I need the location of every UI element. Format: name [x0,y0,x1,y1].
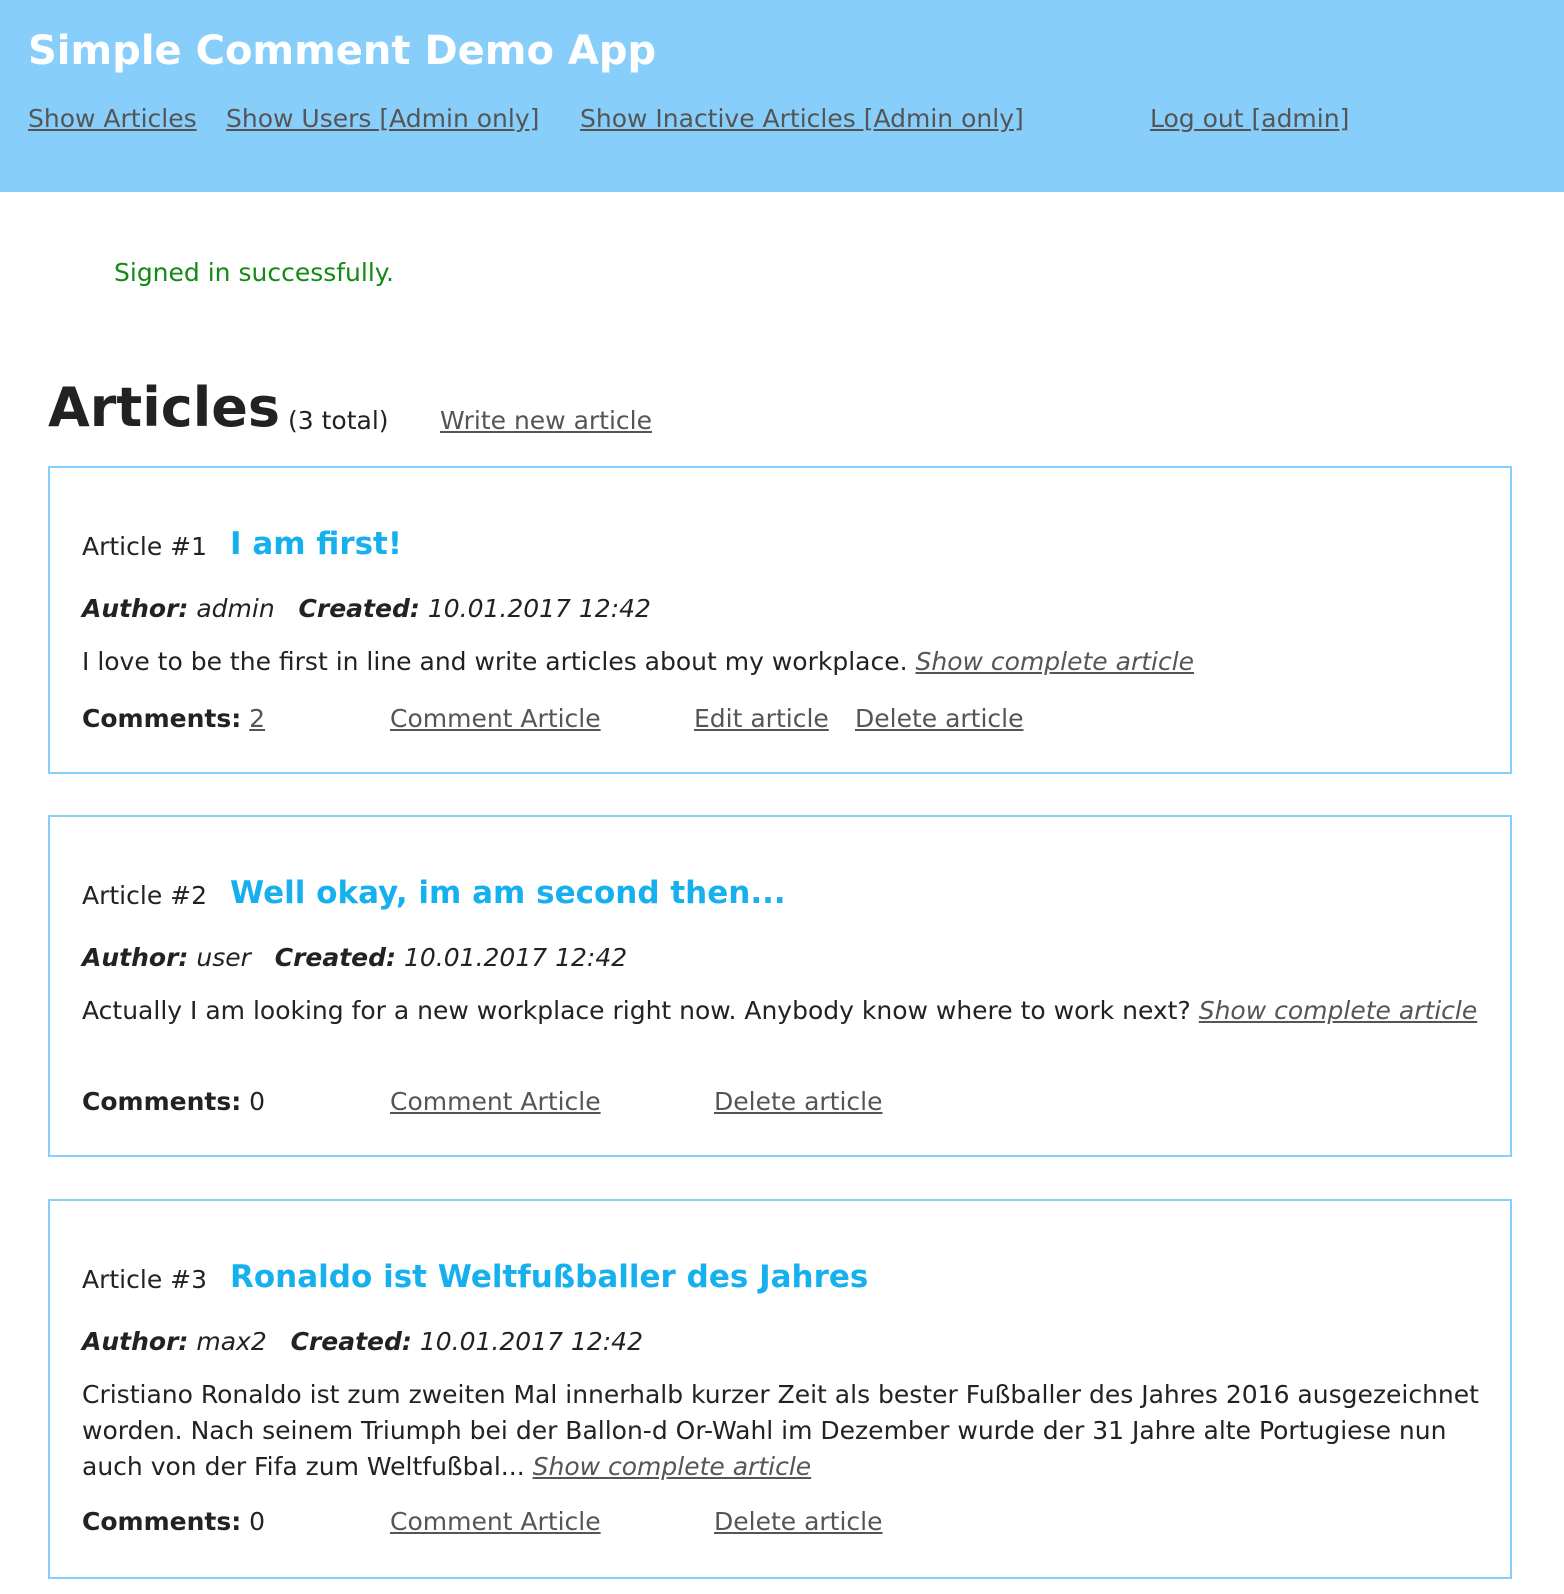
comment-article-link[interactable]: Comment Article [390,704,601,733]
comments-count: 0 [249,1087,266,1116]
delete-article-link[interactable]: Delete article [714,1507,883,1536]
comment-article-link[interactable]: Comment Article [390,1087,601,1116]
article-created: 10.01.2017 12:42 [404,943,628,972]
edit-article-link[interactable]: Edit article [694,704,829,733]
author-label: Author: [82,1327,189,1356]
article-body: Cristiano Ronaldo ist zum zweiten Mal in… [82,1377,1482,1485]
article-excerpt: I love to be the first in line and write… [82,647,908,676]
article-author: admin [196,594,275,623]
articles-heading-row: Articles (3 total) Write new article [48,376,652,439]
article-comments: Comments: 2 [82,704,265,733]
article-body: I love to be the first in line and write… [82,644,1482,680]
comments-count: 0 [249,1507,266,1536]
article-card: Article #2 Well okay, im am second then.… [48,815,1512,1157]
show-complete-article-link[interactable]: Show complete article [1199,996,1478,1025]
created-label: Created: [298,594,420,623]
article-body: Actually I am looking for a new workplac… [82,993,1482,1029]
article-meta: Author: max2 Created: 10.01.2017 12:42 [82,1327,643,1356]
delete-article-link[interactable]: Delete article [714,1087,883,1116]
app-title: Simple Comment Demo App [28,28,657,74]
article-title: I am first! [230,526,403,562]
app-header: Simple Comment Demo App Show Articles Sh… [0,0,1564,192]
article-number: Article #1 [82,532,207,561]
article-card: Article #3 Ronaldo ist Weltfußballer des… [48,1199,1512,1579]
flash-message: Signed in successfully. [114,258,394,287]
comments-label: Comments: [82,1087,242,1116]
article-comments: Comments: 0 [82,1507,265,1536]
comments-label: Comments: [82,704,242,733]
show-complete-article-link[interactable]: Show complete article [916,647,1195,676]
article-created: 10.01.2017 12:42 [419,1327,643,1356]
article-meta: Author: admin Created: 10.01.2017 12:42 [82,594,651,623]
nav-show-articles[interactable]: Show Articles [28,104,197,133]
article-title: Well okay, im am second then... [230,875,786,911]
article-card: Article #1 I am first! Author: admin Cre… [48,466,1512,774]
created-label: Created: [274,943,397,972]
delete-article-link[interactable]: Delete article [855,704,1024,733]
comment-article-link[interactable]: Comment Article [390,1507,601,1536]
comments-label: Comments: [82,1507,242,1536]
article-comments: Comments: 0 [82,1087,265,1116]
show-complete-article-link[interactable]: Show complete article [533,1452,812,1481]
article-number: Article #2 [82,881,207,910]
article-author: user [196,943,251,972]
article-meta: Author: user Created: 10.01.2017 12:42 [82,943,627,972]
write-new-article-link[interactable]: Write new article [440,406,652,435]
articles-count: (3 total) [288,406,389,435]
nav-logout[interactable]: Log out [admin] [1150,104,1349,133]
article-author: max2 [196,1327,267,1356]
article-created: 10.01.2017 12:42 [427,594,651,623]
nav-show-users[interactable]: Show Users [Admin only] [226,104,539,133]
comments-count-link[interactable]: 2 [249,704,265,733]
author-label: Author: [82,594,189,623]
article-title: Ronaldo ist Weltfußballer des Jahres [230,1259,869,1295]
article-excerpt: Actually I am looking for a new workplac… [82,996,1191,1025]
created-label: Created: [290,1327,412,1356]
author-label: Author: [82,943,189,972]
nav-show-inactive-articles[interactable]: Show Inactive Articles [Admin only] [580,104,1024,133]
article-number: Article #3 [82,1265,207,1294]
page-title: Articles [48,376,281,439]
